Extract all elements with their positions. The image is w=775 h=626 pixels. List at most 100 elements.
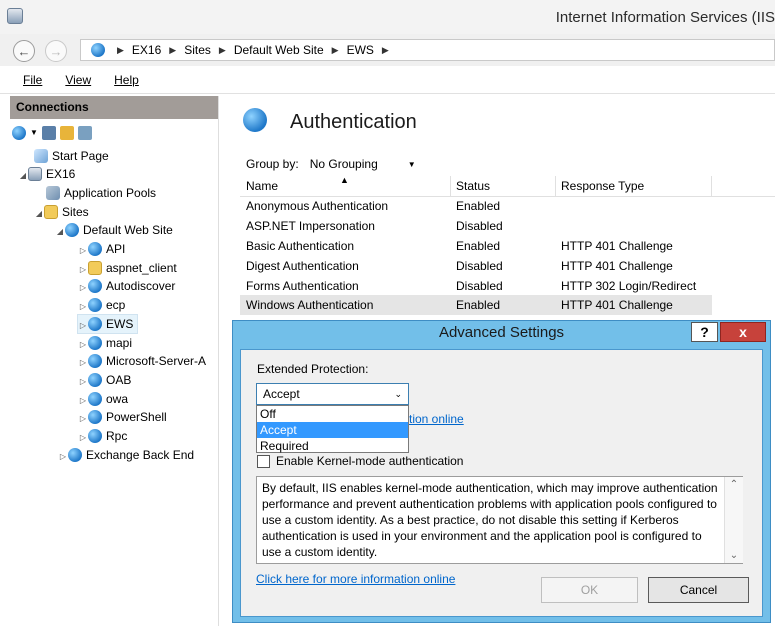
breadcrumb-ews[interactable]: EWS <box>347 43 374 57</box>
tree-item-owa[interactable]: ▷ owa <box>78 390 128 408</box>
tree-item-rpc[interactable]: ▷ Rpc <box>78 427 127 445</box>
cell-response: HTTP 401 Challenge <box>561 259 673 273</box>
disconnect-icon[interactable] <box>77 125 92 140</box>
extended-protection-select[interactable]: Accept ⌄ <box>256 383 409 405</box>
cell-response: HTTP 401 Challenge <box>561 239 673 253</box>
column-divider[interactable] <box>555 176 556 196</box>
description-scrollbar[interactable]: ⌃ ⌄ <box>724 477 743 563</box>
connect-icon[interactable] <box>12 125 26 140</box>
tree-item-exchange-back-end[interactable]: ▷ Exchange Back End <box>58 446 194 464</box>
collapsed-icon[interactable]: ▷ <box>58 448 68 466</box>
collapsed-icon[interactable]: ▷ <box>78 354 88 370</box>
menu-help[interactable]: Help <box>114 73 139 87</box>
table-row[interactable]: Forms Authentication Disabled HTTP 302 Log… <box>240 276 712 296</box>
website-icon <box>65 223 79 237</box>
up-level-icon[interactable] <box>59 125 74 140</box>
option-required[interactable]: Required <box>257 438 408 454</box>
breadcrumb-server[interactable]: EX16 <box>132 43 161 57</box>
app-icon <box>88 373 102 387</box>
help-button[interactable]: ? <box>691 322 718 342</box>
tree-item-powershell[interactable]: ▷ PowerShell <box>78 408 167 426</box>
column-divider[interactable] <box>711 176 712 196</box>
connections-toolbar: ▼ <box>10 120 218 145</box>
tree-label: PowerShell <box>106 410 167 424</box>
tree-item-sites[interactable]: ◢ Sites <box>34 203 89 221</box>
table-row[interactable]: Basic Authentication Enabled HTTP 401 Chal… <box>240 236 712 256</box>
tree-item-microsoft-server[interactable]: ▷ Microsoft-Server-A <box>78 352 218 370</box>
sites-icon <box>44 205 58 219</box>
collapsed-icon[interactable]: ▷ <box>78 242 88 260</box>
app-icon <box>88 429 102 443</box>
tree-item-server[interactable]: ◢ EX16 <box>18 165 75 183</box>
cell-status: Disabled <box>456 219 503 233</box>
menu-view-label: View <box>65 72 92 87</box>
forward-button[interactable]: → <box>45 40 67 62</box>
app-icon <box>88 354 102 368</box>
tree-item-mapi[interactable]: ▷ mapi <box>78 334 132 352</box>
app-icon <box>88 410 102 424</box>
tree-item-ews[interactable]: ▷ EWS <box>76 314 139 335</box>
collapsed-icon[interactable]: ▷ <box>78 373 88 391</box>
breadcrumb-default-site[interactable]: Default Web Site <box>234 43 324 57</box>
tree-label: Sites <box>62 205 89 219</box>
back-button[interactable]: ← <box>13 40 35 62</box>
app-icon <box>88 279 102 293</box>
collapsed-icon[interactable]: ▷ <box>78 317 88 335</box>
table-row[interactable]: Digest Authentication Disabled HTTP 401 Ch… <box>240 256 712 276</box>
scroll-down-icon[interactable]: ⌄ <box>725 550 743 561</box>
save-icon[interactable] <box>41 125 56 140</box>
extended-protection-value: Accept <box>263 387 300 401</box>
more-info-link[interactable]: Click here for more information online <box>256 572 455 586</box>
tree-item-oab[interactable]: ▷ OAB <box>78 371 131 389</box>
tree-item-ecp[interactable]: ▷ ecp <box>78 296 125 314</box>
app-icon <box>88 336 102 350</box>
collapsed-icon[interactable]: ▷ <box>78 410 88 428</box>
tree-item-api[interactable]: ▷ API <box>78 240 125 258</box>
kernel-mode-label[interactable]: Enable Kernel-mode authentication <box>276 454 463 468</box>
group-by: Group by: No Grouping ▼ <box>246 155 421 173</box>
tree-label: Application Pools <box>64 186 157 200</box>
collapsed-icon[interactable]: ▷ <box>78 298 88 316</box>
close-button[interactable]: x <box>720 322 766 342</box>
tree-item-app-pools[interactable]: Application Pools <box>46 184 156 202</box>
connections-header: Connections <box>10 96 218 119</box>
scroll-up-icon[interactable]: ⌃ <box>725 479 743 490</box>
option-off[interactable]: Off <box>257 406 408 422</box>
chevron-right-icon: ▶ <box>331 44 339 55</box>
ok-button[interactable]: OK <box>541 577 638 603</box>
cancel-button[interactable]: Cancel <box>648 577 749 603</box>
tree-label: Exchange Back End <box>86 448 195 462</box>
collapsed-icon[interactable]: ▷ <box>78 429 88 447</box>
column-header-response-type[interactable]: Response Type <box>561 179 644 193</box>
tree-item-autodiscover[interactable]: ▷ Autodiscover <box>78 277 175 295</box>
tree-label: Autodiscover <box>106 279 176 293</box>
breadcrumb-sites[interactable]: Sites <box>184 43 211 57</box>
column-header-name[interactable]: Name <box>246 179 278 193</box>
column-header-status[interactable]: Status <box>456 179 490 193</box>
tree-item-start-page[interactable]: Start Page <box>24 147 109 165</box>
menu-file[interactable]: File <box>23 73 42 87</box>
kernel-mode-checkbox[interactable] <box>257 454 270 468</box>
option-accept[interactable]: Accept <box>257 422 408 438</box>
tree-item-default-web-site[interactable]: ◢ Default Web Site <box>55 221 173 239</box>
table-row[interactable]: Anonymous Authentication Enabled <box>240 196 712 216</box>
page-title: Authentication <box>290 111 417 133</box>
group-by-value: No Grouping <box>309 157 378 171</box>
expanded-icon[interactable]: ◢ <box>34 205 44 223</box>
app-pools-icon <box>46 186 60 200</box>
expanded-icon[interactable]: ◢ <box>18 167 28 185</box>
table-row[interactable]: ASP.NET Impersonation Disabled <box>240 216 712 236</box>
group-by-select[interactable]: No Grouping ▼ <box>305 155 421 173</box>
table-row-selected[interactable]: Windows Authentication Enabled HTTP 401 Ch… <box>240 295 712 315</box>
breadcrumb[interactable]: ▶ EX16 ▶ Sites ▶ Default Web Site ▶ EWS … <box>80 39 775 61</box>
tree-item-aspnet-client[interactable]: ▷ aspnet_client <box>78 259 177 277</box>
dropdown-icon[interactable]: ▼ <box>30 128 38 137</box>
menu-view[interactable]: View <box>65 73 91 87</box>
cell-name: Forms Authentication <box>246 279 359 293</box>
tree-label: OAB <box>106 373 132 387</box>
collapsed-icon[interactable]: ▷ <box>78 279 88 297</box>
info-link-partial[interactable]: tion online <box>409 412 464 426</box>
column-divider[interactable] <box>450 176 451 196</box>
menu-help-label: Help <box>114 72 139 87</box>
expanded-icon[interactable]: ◢ <box>55 223 65 241</box>
